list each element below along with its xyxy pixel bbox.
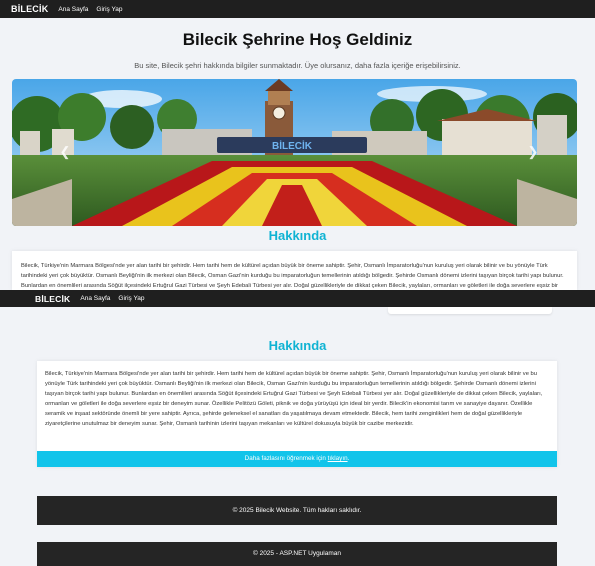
app-footer: © 2025 - ASP.NET Uygulaman <box>37 542 557 566</box>
nav-link-home-overlay[interactable]: Ana Sayfa <box>80 295 110 302</box>
site-footer: © 2025 Bilecik Website. Tüm hakları sakl… <box>37 496 557 525</box>
overlay-navbar: BİLECİK Ana Sayfa Giriş Yap <box>0 290 595 307</box>
image-carousel: BİLECİK ❮ ❯ <box>12 79 577 226</box>
page-subtitle: Bu site, Bilecik şehri hakkında bilgiler… <box>134 61 461 70</box>
dropdown-panel <box>388 307 552 314</box>
about-title-2: Hakkında <box>268 338 327 353</box>
brand-link-overlay[interactable]: BİLECİK <box>35 294 70 304</box>
more-info-bar: Daha fazlasını öğrenmek için tıklayın. <box>37 451 557 467</box>
about-text-2: Bilecik, Türkiye'nin Marmara Bölgesi'nde… <box>45 371 543 427</box>
more-info-link[interactable]: tıklayın <box>328 455 348 462</box>
carousel-image: BİLECİK <box>12 79 577 226</box>
nav-link-login-overlay[interactable]: Giriş Yap <box>118 295 144 302</box>
page-title: Bilecik Şehrine Hoş Geldiniz <box>182 30 413 49</box>
nav-link-login[interactable]: Giriş Yap <box>96 6 122 13</box>
about-card: Bilecik, Türkiye'nin Marmara Bölgesi'nde… <box>12 251 577 290</box>
top-navbar: BİLECİK Ana Sayfa Giriş Yap <box>0 0 595 18</box>
about-text: Bilecik, Türkiye'nin Marmara Bölgesi'nde… <box>21 263 564 289</box>
chevron-left-icon[interactable]: ❮ <box>57 143 73 161</box>
brand-link[interactable]: BİLECİK <box>11 4 48 14</box>
more-info-suffix: . <box>347 455 350 462</box>
about-title: Hakkında <box>268 228 327 243</box>
more-info-prefix: Daha fazlasını öğrenmek için <box>244 455 328 462</box>
carousel-sign-text: BİLECİK <box>272 139 313 152</box>
chevron-right-icon[interactable]: ❯ <box>525 143 541 161</box>
nav-link-home[interactable]: Ana Sayfa <box>58 6 88 13</box>
